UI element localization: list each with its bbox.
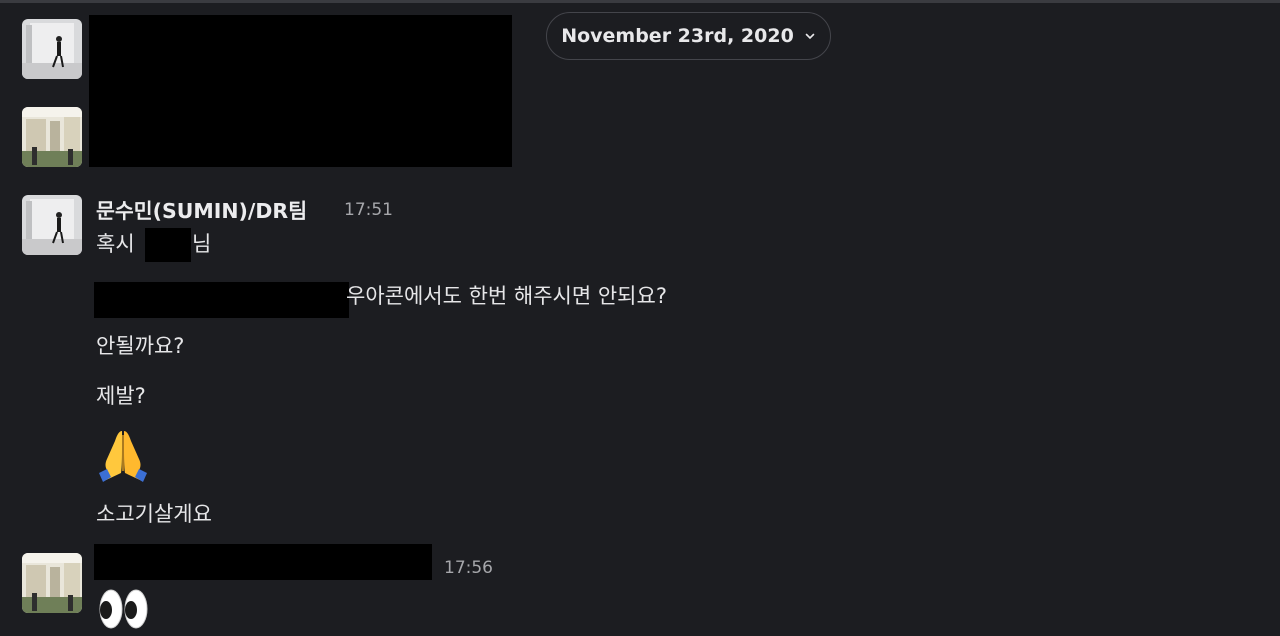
folded-hands-emoji (99, 431, 147, 482)
message-line-3: 안될까요? (96, 334, 185, 358)
avatar-sumin[interactable] (22, 19, 82, 79)
message-line-suffix: 님 (192, 232, 212, 256)
avatar-user2[interactable] (22, 107, 82, 167)
avatar-user2[interactable] (22, 553, 82, 613)
chevron-down-icon (805, 33, 815, 40)
message-timestamp[interactable]: 17:51 (344, 200, 393, 220)
eyes-emoji (99, 589, 148, 629)
date-divider-button[interactable]: November 23rd, 2020 (546, 12, 831, 60)
avatar-sumin[interactable] (22, 195, 82, 255)
message-line-4: 제발? (96, 384, 146, 408)
message-line-2: 우아콘에서도 한번 해주시면 안되요? (346, 284, 667, 308)
sender-name[interactable]: 문수민(SUMIN)/DR팀 (96, 194, 307, 224)
message-timestamp[interactable]: 17:56 (444, 558, 493, 578)
redacted-text (94, 282, 349, 318)
message-line-6: 소고기살게요 (96, 502, 212, 526)
redacted-name (145, 228, 191, 262)
chat-pane: November 23rd, 2020 문수민(SUMIN)/DR팀 17:51… (0, 0, 1280, 636)
redacted-image (89, 15, 512, 167)
top-divider (0, 0, 1280, 3)
message-line-prefix: 혹시 (96, 232, 135, 256)
redacted-sender-name (94, 544, 432, 580)
date-divider-label: November 23rd, 2020 (561, 25, 794, 47)
